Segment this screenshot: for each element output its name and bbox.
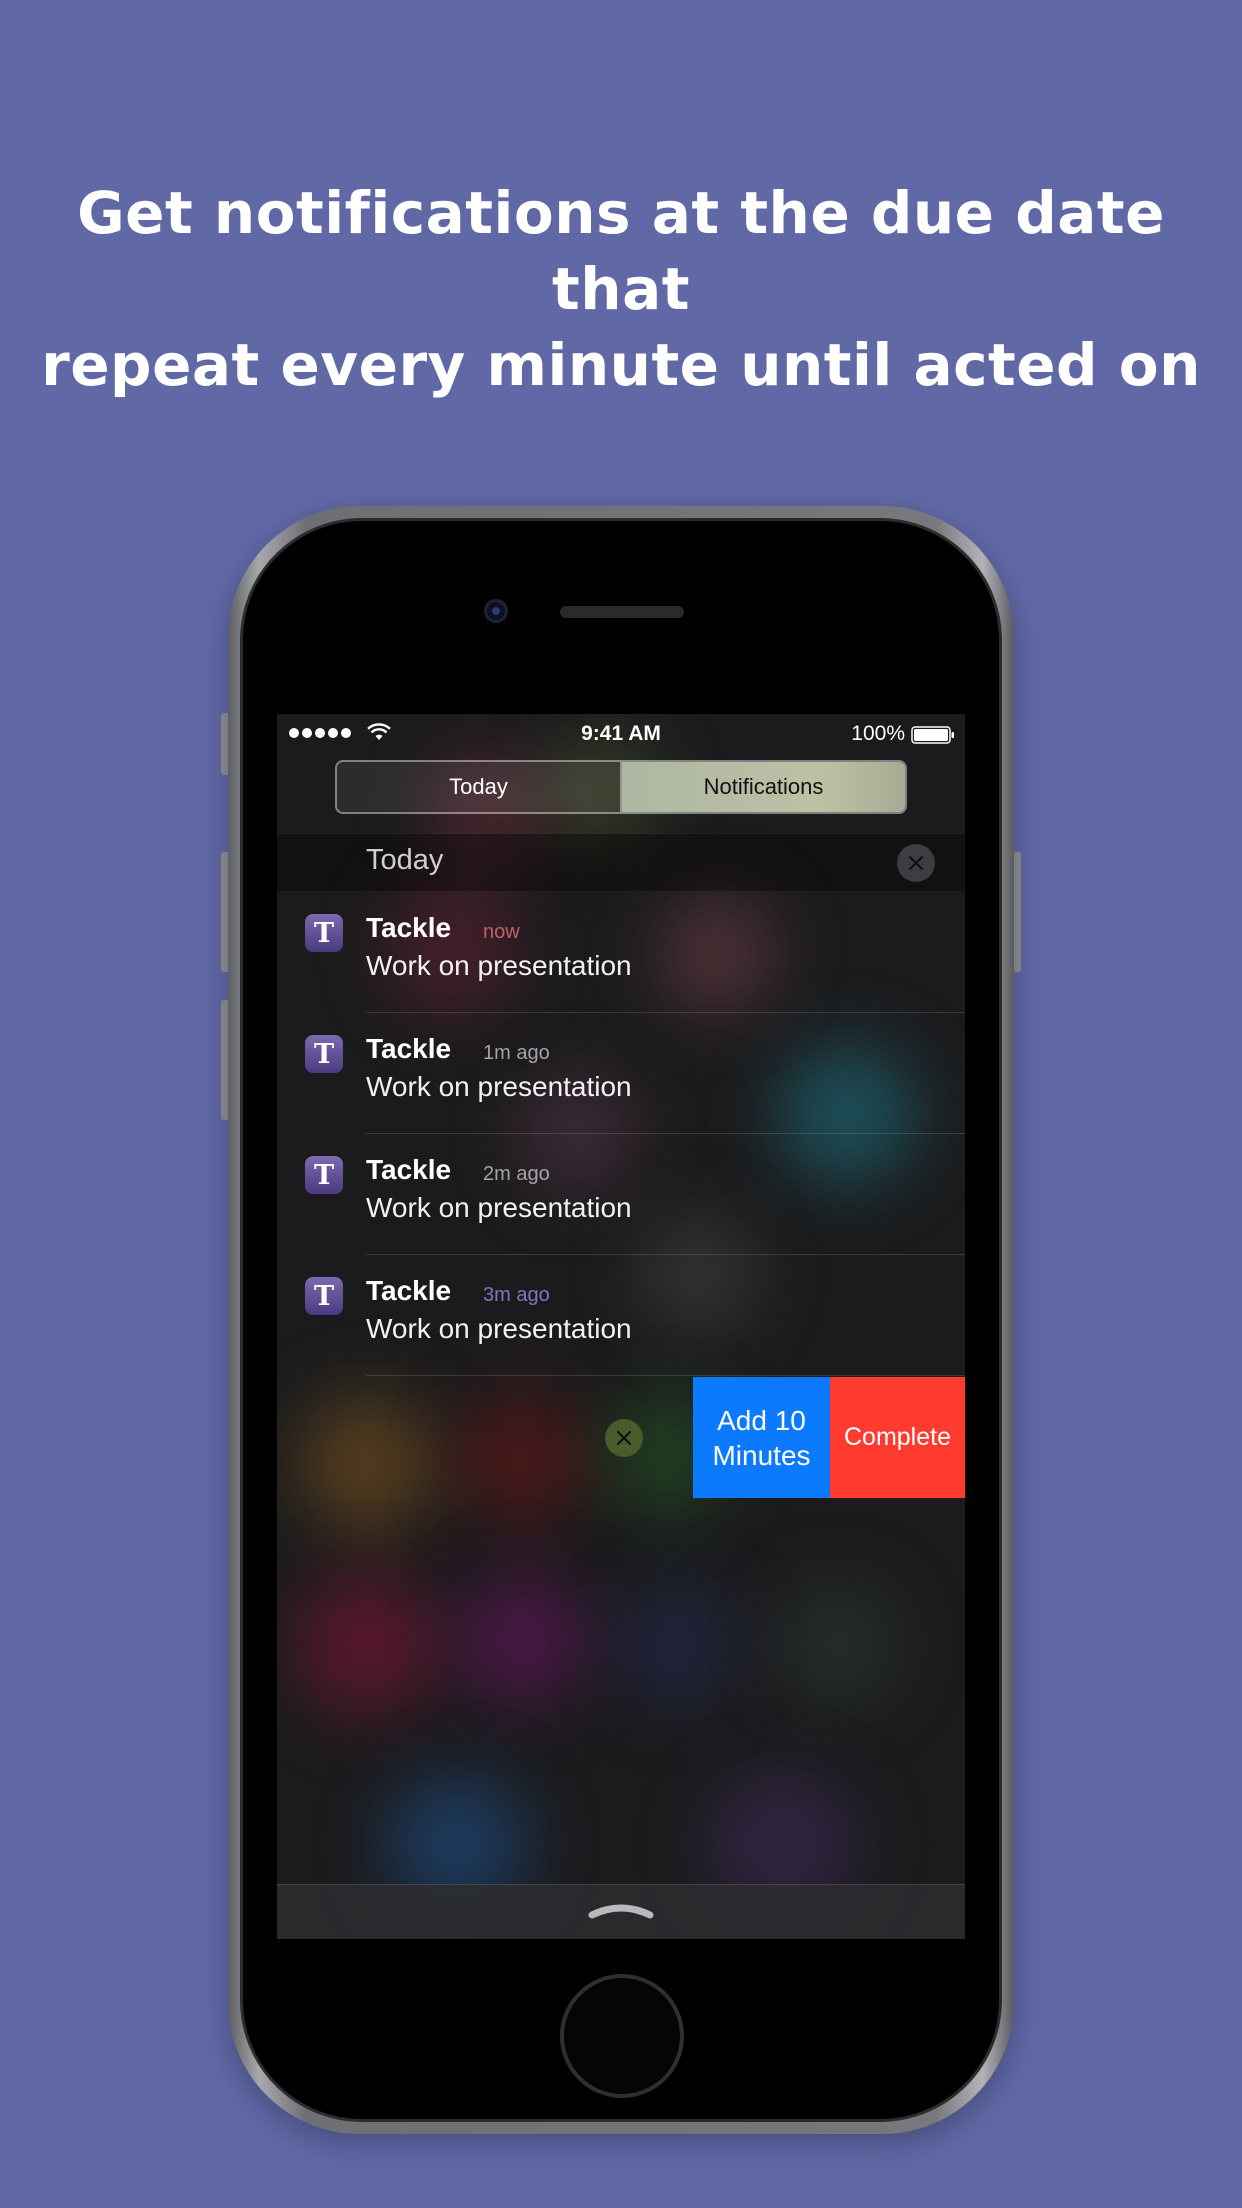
close-icon: [908, 855, 924, 871]
tackle-app-icon: T: [305, 1035, 343, 1073]
clear-section-button[interactable]: [897, 844, 935, 882]
view-segmented-control: Today Notifications: [335, 760, 907, 814]
wallpaper-blur: [297, 1574, 437, 1714]
notification-app-name: Tackle: [366, 1033, 452, 1064]
wallpaper-blur: [777, 1584, 897, 1704]
battery-icon: [911, 726, 954, 744]
headline-line-2: repeat every minute until acted on: [41, 331, 1201, 399]
wallpaper-blur: [457, 1574, 587, 1704]
add-label-line-1: Add 10: [717, 1404, 806, 1436]
notification-time: 1m ago: [483, 1042, 550, 1064]
headline: Get notifications at the due date that r…: [0, 175, 1242, 403]
notification-item[interactable]: T Tackle 1m ago Work on presentation: [277, 1013, 965, 1134]
notification-app-name: Tackle: [366, 1275, 452, 1306]
close-icon: [616, 1430, 632, 1446]
notification-item[interactable]: T Tackle 3m ago Work on presentation: [277, 1255, 965, 1376]
tab-today[interactable]: Today: [337, 762, 622, 812]
notification-message: Work on presentation: [366, 950, 632, 981]
tackle-app-icon: T: [305, 1277, 343, 1315]
notification-message: Work on presentation: [366, 1071, 632, 1102]
add-10-minutes-button[interactable]: Add 10 Minutes: [693, 1377, 830, 1498]
notification-app-name: Tackle: [366, 912, 452, 943]
notification-item[interactable]: T Tackle 2m ago Work on presentation: [277, 1134, 965, 1255]
swiped-notification-row[interactable]: Add 10 Minutes Complete: [277, 1377, 965, 1498]
notification-center-screen: 9:41 AM 100% Today Notifications Today T…: [277, 714, 965, 1939]
tackle-app-icon: T: [305, 914, 343, 952]
earpiece-speaker: [560, 606, 684, 618]
notification-center-handle[interactable]: [277, 1884, 965, 1939]
battery-percentage: 100%: [851, 722, 905, 745]
front-camera: [484, 599, 508, 623]
dismiss-notification-button[interactable]: [605, 1419, 643, 1457]
divider: [366, 1375, 965, 1376]
notification-time: now: [483, 921, 520, 943]
status-bar: 9:41 AM 100%: [277, 714, 965, 756]
app-store-screenshot: Get notifications at the due date that r…: [0, 0, 1242, 2208]
headline-line-1: Get notifications at the due date that: [77, 179, 1165, 323]
tab-notifications[interactable]: Notifications: [622, 762, 905, 812]
home-button[interactable]: [560, 1974, 684, 2098]
complete-button[interactable]: Complete: [830, 1377, 965, 1498]
wallpaper-blur: [617, 1584, 737, 1704]
section-header-today: Today: [277, 833, 965, 891]
add-label-line-2: Minutes: [712, 1439, 811, 1471]
notification-time: 3m ago: [483, 1284, 550, 1306]
notification-item[interactable]: T Tackle now Work on presentation: [277, 892, 965, 1013]
chevron-up-icon: [588, 1904, 654, 1919]
section-title: Today: [366, 844, 444, 876]
notification-app-name: Tackle: [366, 1154, 452, 1185]
notification-message: Work on presentation: [366, 1313, 632, 1344]
notification-time: 2m ago: [483, 1163, 550, 1185]
notification-message: Work on presentation: [366, 1192, 632, 1223]
tackle-app-icon: T: [305, 1156, 343, 1194]
